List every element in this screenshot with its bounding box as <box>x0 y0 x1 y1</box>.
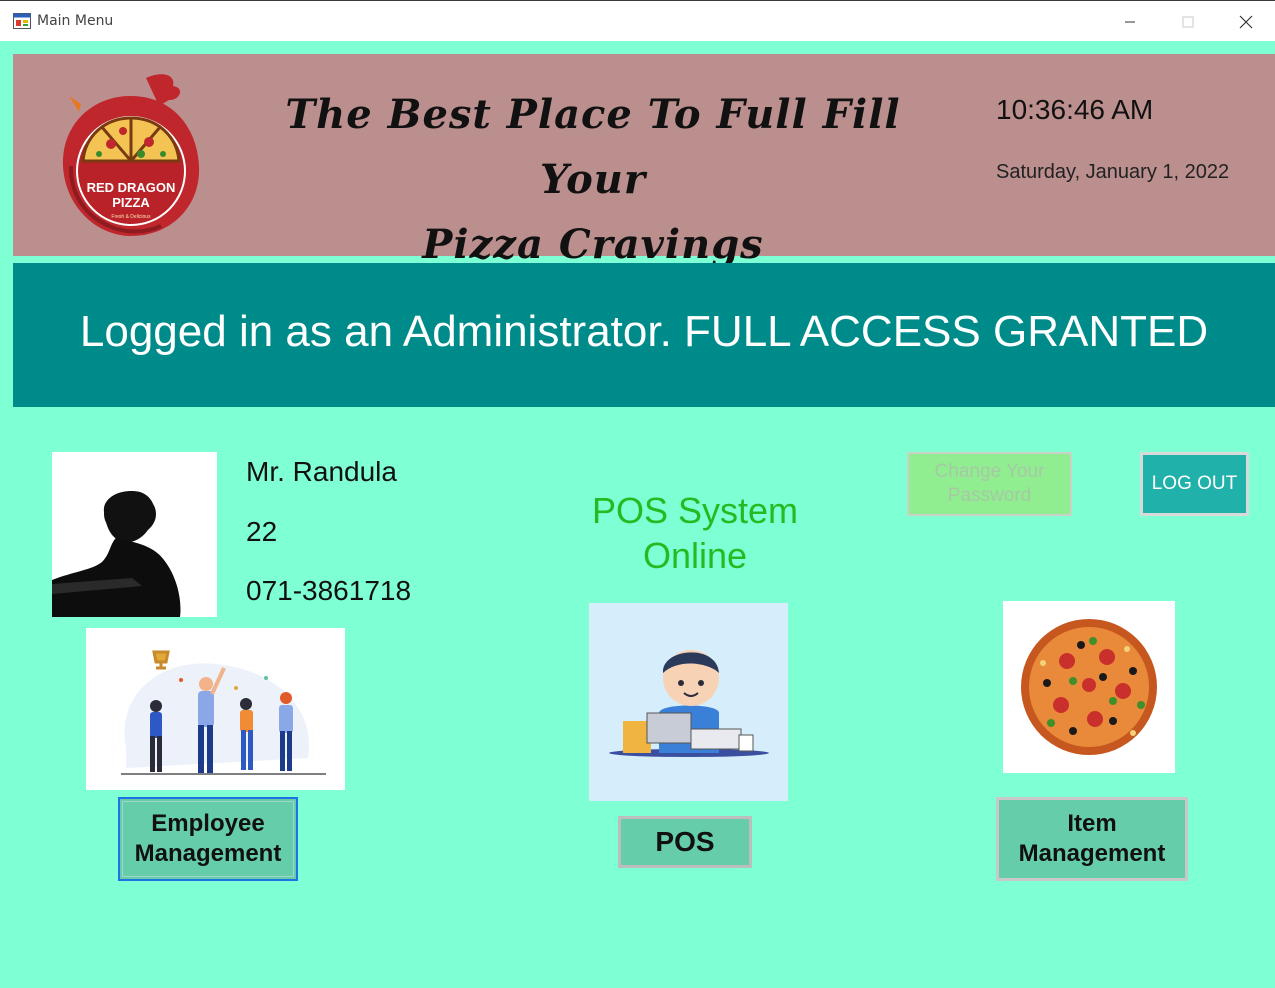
user-name: Mr. Randula <box>246 456 397 487</box>
pos-button[interactable]: POS <box>618 816 752 868</box>
minimize-icon <box>1125 21 1135 22</box>
access-message: Logged in as an Administrator. FULL ACCE… <box>79 307 1209 356</box>
user-age: 22 <box>246 516 278 547</box>
logo-text-2: PIZZA <box>112 195 150 210</box>
change-password-line-1: Change Your <box>934 461 1045 482</box>
logout-button[interactable]: LOG OUT <box>1140 452 1249 516</box>
clock-date: Saturday, January 1, 2022 <box>996 161 1230 183</box>
employee-button-line-1: Employee <box>151 810 265 837</box>
slogan-line-1: The Best Place To Full Fill Your <box>285 91 901 203</box>
maximize-button[interactable] <box>1159 1 1217 42</box>
user-phone: 071-3861718 <box>246 575 412 606</box>
close-button[interactable] <box>1217 1 1275 42</box>
employee-button-line-2: Management <box>134 840 282 867</box>
change-password-line-2: Password <box>947 485 1032 506</box>
pos-status-label: POS System Online <box>560 488 830 578</box>
item-button-line-2: Management <box>1018 840 1166 867</box>
user-silhouette-photo <box>52 452 217 617</box>
cashier-pos-illustration <box>589 603 788 801</box>
team-celebration-illustration <box>86 628 345 790</box>
slogan: The Best Place To Full Fill Your Pizza C… <box>233 82 953 277</box>
close-icon <box>1239 15 1253 28</box>
change-password-button[interactable]: Change Your Password <box>907 452 1072 516</box>
item-button-line-1: Item <box>1067 810 1117 837</box>
maximize-icon <box>1182 16 1194 27</box>
logo-tagline: Fresh & Delicious <box>111 214 151 220</box>
pos-status-line-2: Online <box>642 535 748 576</box>
app-window-icon <box>13 13 31 29</box>
access-banner: Logged in as an Administrator. FULL ACCE… <box>13 263 1275 407</box>
header-banner: RED DRAGON PIZZA Fresh & Delicious The B… <box>13 54 1275 268</box>
pos-status-line-1: POS System <box>591 490 799 531</box>
red-dragon-pizza-logo: RED DRAGON PIZZA Fresh & Delicious <box>62 74 200 236</box>
pizza-image <box>1003 601 1175 773</box>
title-bar: Main Menu <box>0 0 1275 41</box>
employee-management-button[interactable]: Employee Management <box>118 797 298 881</box>
logo-text: RED DRAGON <box>87 180 176 195</box>
item-management-button[interactable]: Item Management <box>996 797 1188 881</box>
window-title: Main Menu <box>37 13 114 29</box>
minimize-button[interactable] <box>1101 1 1159 42</box>
clock-time: 10:36:46 AM <box>996 94 1154 125</box>
